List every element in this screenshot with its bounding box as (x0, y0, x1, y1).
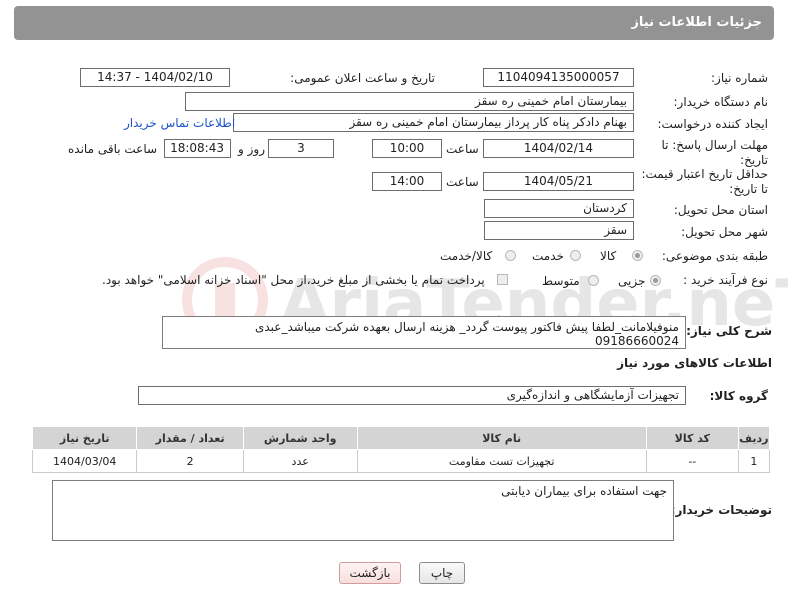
remaining-label: ساعت باقی مانده (68, 142, 158, 156)
reply-time-label: ساعت (446, 142, 479, 156)
validity-time-label: ساعت (446, 175, 479, 189)
creator-field: بهنام دادکر پناه کار پرداز بیمارستان اما… (233, 113, 634, 132)
reply-deadline-label: مهلت ارسال پاسخ: تا (661, 138, 768, 152)
validity-time-field: 14:00 (372, 172, 442, 191)
days-field: 3 (268, 139, 334, 158)
col-header-unit: واحد شمارش (242, 426, 358, 450)
days-label: روز و (238, 142, 265, 156)
table-row: 1 -- تجهیزات تست مقاومت عدد 2 1404/03/04 (31, 449, 771, 473)
price-validity-label: حداقل تاریخ اعتبار قیمت: (641, 167, 768, 181)
purchase-radio-medium[interactable] (588, 275, 599, 286)
city-field: سقز (484, 221, 634, 240)
category-label: طبقه بندی موضوعی: (661, 249, 768, 263)
category-radio-both[interactable] (505, 250, 516, 261)
col-header-code: کد کالا (645, 426, 739, 450)
contact-buyer-link[interactable]: اطلاعات تماس خریدار (124, 116, 235, 130)
col-header-row-num: ردیف (737, 426, 771, 450)
category-option-service: خدمت (532, 249, 564, 263)
buyer-org-label: نام دستگاه خریدار: (673, 95, 769, 109)
goods-group-field: تجهیزات آزمایشگاهی و اندازه‌گیری (138, 386, 686, 405)
creator-label: ایجاد کننده درخواست: (657, 117, 768, 131)
price-validity-label-2: تا تاریخ: (729, 182, 768, 196)
buyer-notes-label: توضیحات خریدار: (670, 503, 772, 517)
table-header-row: ردیف کد کالا نام کالا واحد شمارش تعداد /… (31, 426, 771, 450)
cell-code: -- (645, 449, 739, 473)
category-option-both: کالا/خدمت (440, 249, 493, 263)
cell-name: تجهیزات تست مقاومت (356, 449, 647, 473)
description-text: منوفیلامانت_لطفا پیش فاکتور پیوست گردد_ … (254, 320, 679, 348)
header-panel: جزئیات اطلاعات نیاز (14, 6, 774, 40)
purchase-radio-minor[interactable] (650, 275, 661, 286)
buyer-notes-text: جهت استفاده برای بیماران دیابتی (501, 484, 667, 498)
cell-unit: عدد (242, 449, 358, 473)
buyer-org-field: بیمارستان امام خمینی ره سقز (185, 92, 634, 111)
announce-field: 1404/02/10 - 14:37 (80, 68, 230, 87)
category-radio-goods[interactable] (632, 250, 643, 261)
purchase-type-label: نوع فرآیند خرید : (683, 273, 768, 287)
cell-date: 1404/03/04 (31, 449, 138, 473)
treasury-checkbox[interactable] (497, 274, 508, 285)
need-number-label: شماره نیاز: (711, 71, 768, 85)
purchase-option-minor: جزیی (618, 274, 646, 288)
province-field: کردستان (484, 199, 634, 218)
page-title: جزئیات اطلاعات نیاز (631, 15, 762, 30)
city-label: شهر محل تحویل: (681, 225, 768, 239)
category-radio-service[interactable] (570, 250, 581, 261)
goods-section-title: اطلاعات کالاهای مورد نیاز (617, 356, 772, 370)
reply-deadline-label-2: تاریخ: (740, 153, 768, 167)
need-number-field: 1104094135000057 (483, 68, 634, 87)
validity-date-field: 1404/05/21 (483, 172, 634, 191)
cell-qty: 2 (136, 449, 244, 473)
col-header-qty: تعداد / مقدار (136, 426, 244, 450)
remaining-time-field: 18:08:43 (164, 139, 231, 158)
items-table: ردیف کد کالا نام کالا واحد شمارش تعداد /… (31, 426, 771, 473)
cell-row-num: 1 (737, 449, 771, 473)
goods-group-label: گروه کالا: (709, 389, 768, 403)
description-label: شرح کلی نیاز: (686, 324, 772, 338)
col-header-name: نام کالا (356, 426, 647, 450)
reply-time-field: 10:00 (372, 139, 442, 158)
buyer-notes-textarea: جهت استفاده برای بیماران دیابتی (52, 480, 674, 541)
province-label: استان محل تحویل: (673, 203, 768, 217)
category-option-goods: کالا (600, 249, 617, 263)
payment-note: پرداخت تمام یا بخشی از مبلغ خرید،از محل … (102, 273, 485, 287)
purchase-option-medium: متوسط (542, 274, 580, 288)
reply-date-field: 1404/02/14 (483, 139, 634, 158)
description-textarea: منوفیلامانت_لطفا پیش فاکتور پیوست گردد_ … (162, 316, 686, 349)
col-header-date: تاریخ نیاز (31, 426, 138, 450)
announce-label: تاریخ و ساعت اعلان عمومی: (290, 71, 435, 85)
back-button[interactable]: بازگشت (339, 562, 401, 584)
print-button[interactable]: چاپ (419, 562, 465, 584)
